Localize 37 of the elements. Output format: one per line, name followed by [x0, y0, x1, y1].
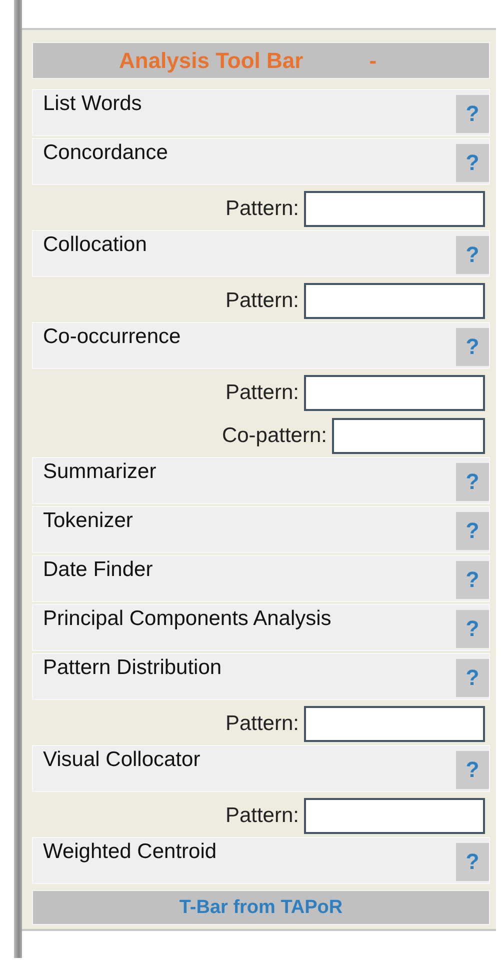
tool-link[interactable]: Visual Collocator	[33, 746, 200, 791]
collapse-button[interactable]: -	[365, 48, 381, 74]
help-button[interactable]: ?	[456, 610, 489, 648]
tool-link[interactable]: Collocation	[33, 231, 147, 276]
pattern-field[interactable]	[304, 374, 485, 410]
tool-link[interactable]: Pattern Distribution	[33, 654, 222, 699]
help-button[interactable]: ?	[456, 144, 489, 182]
help-button[interactable]: ?	[456, 561, 489, 599]
help-button[interactable]: ?	[456, 512, 489, 550]
help-button[interactable]: ?	[456, 236, 489, 274]
footer-link[interactable]: T-Bar from TAPoR	[32, 890, 490, 925]
tool-link[interactable]: Principal Components Analysis	[33, 605, 332, 650]
field-label: Pattern:	[225, 196, 299, 220]
help-button[interactable]: ?	[456, 843, 489, 881]
field-label: Co-pattern:	[222, 424, 327, 448]
pattern-field[interactable]	[304, 706, 485, 742]
help-button[interactable]: ?	[456, 463, 489, 501]
field-label: Pattern:	[225, 288, 299, 312]
help-button[interactable]: ?	[456, 659, 489, 697]
tool-link[interactable]: Tokenizer	[33, 507, 133, 552]
field-label: Pattern:	[225, 804, 299, 828]
field-label: Pattern:	[225, 712, 299, 736]
tool-link[interactable]: Concordance	[33, 139, 168, 184]
tool-link[interactable]: Date Finder	[33, 556, 153, 601]
help-button[interactable]: ?	[456, 751, 489, 789]
help-button[interactable]: ?	[456, 328, 489, 366]
help-button[interactable]: ?	[456, 95, 489, 133]
pattern-field[interactable]	[304, 798, 485, 834]
pattern-field[interactable]	[304, 190, 485, 226]
tool-link[interactable]: Summarizer	[33, 458, 156, 503]
tool-bar-title: Analysis Tool Bar	[119, 48, 304, 74]
tool-link[interactable]: List Words	[33, 90, 142, 135]
pattern-field[interactable]	[304, 282, 485, 318]
pattern-field[interactable]	[332, 418, 485, 454]
tool-link[interactable]: Co-occurrence	[33, 323, 181, 368]
field-label: Pattern:	[225, 380, 299, 404]
tool-link[interactable]: Weighted Centroid	[33, 838, 217, 883]
